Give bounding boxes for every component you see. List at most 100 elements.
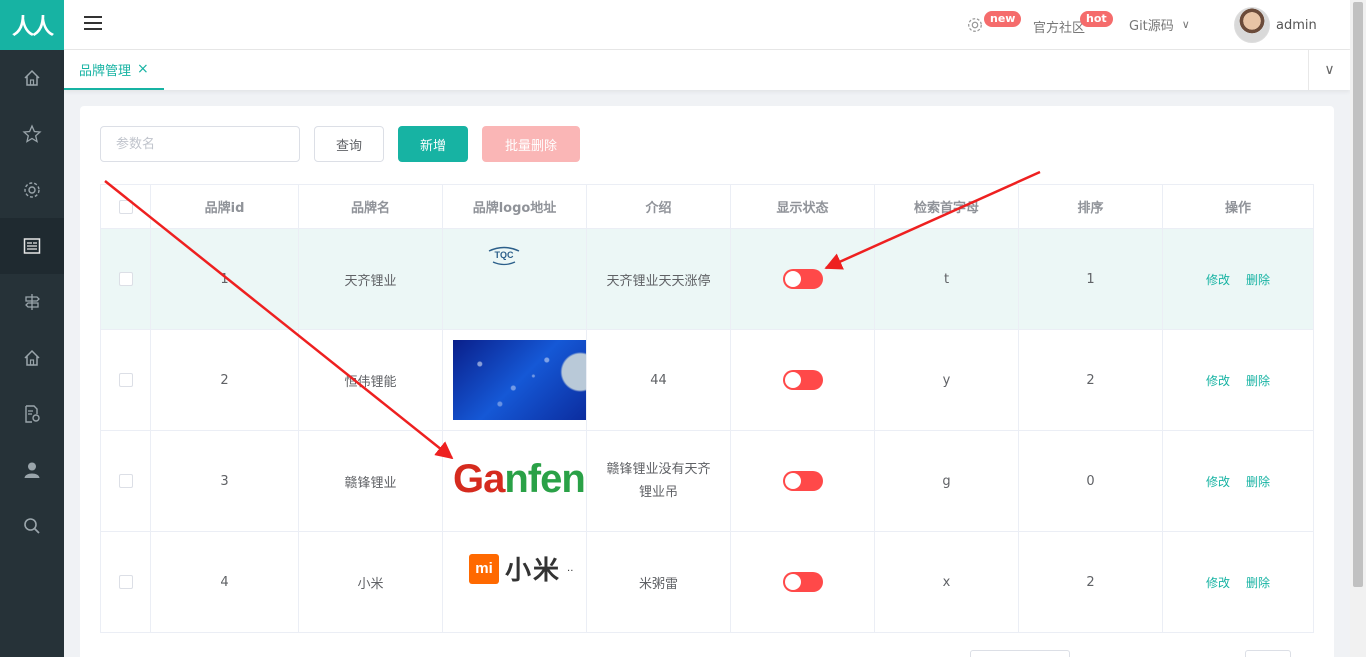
brand-desc: 44: [586, 329, 731, 431]
news-icon[interactable]: [0, 218, 64, 274]
tab-brand-management[interactable]: 品牌管理 ×: [64, 50, 164, 90]
vertical-scrollbar[interactable]: [1350, 0, 1366, 657]
brand-sort: 2: [1018, 531, 1163, 633]
search-input[interactable]: [100, 126, 300, 162]
gear-icon: [968, 18, 982, 32]
col-header: 排序: [1018, 184, 1163, 229]
page-size-select[interactable]: [970, 650, 1070, 657]
git-source-label: Git源码: [1129, 18, 1174, 34]
settings-entry[interactable]: [966, 0, 984, 50]
tabs-dropdown-toggle[interactable]: ∨: [1308, 50, 1350, 90]
row-checkbox[interactable]: [118, 272, 133, 286]
col-header: 操作: [1162, 184, 1314, 229]
brand-logo-cell: TQC: [442, 228, 587, 330]
col-header: 品牌id: [150, 184, 299, 229]
query-button[interactable]: 查询: [314, 126, 384, 162]
brand-id: 3: [150, 430, 299, 532]
svg-text:TQC: TQC: [495, 250, 514, 260]
show-status-switch[interactable]: [782, 572, 823, 592]
brand-name: 天齐锂业: [298, 228, 443, 330]
edit-link[interactable]: 修改: [1206, 576, 1230, 590]
edit-link[interactable]: 修改: [1206, 475, 1230, 489]
brand-name: 恒伟锂能: [298, 329, 443, 431]
brand-sort: 1: [1018, 228, 1163, 330]
brand-first-letter: y: [874, 329, 1019, 431]
brand-desc: 米粥雷: [586, 531, 731, 633]
brand-sort: 0: [1018, 430, 1163, 532]
show-status-switch[interactable]: [782, 370, 823, 390]
sidebar: 人人: [0, 0, 64, 657]
user-icon[interactable]: [0, 442, 64, 498]
show-status-switch[interactable]: [782, 471, 823, 491]
home-icon[interactable]: [0, 50, 64, 106]
tcc-logo-image: TQC: [488, 246, 520, 266]
git-source-dropdown[interactable]: Git源码 ∨: [1129, 0, 1190, 49]
star-icon[interactable]: [0, 106, 64, 162]
brand-desc: 赣锋锂业没有天齐锂业吊: [586, 430, 731, 532]
delete-link[interactable]: 删除: [1246, 475, 1270, 489]
menu-toggle-icon[interactable]: [84, 16, 102, 34]
batch-delete-button[interactable]: 批量删除: [482, 126, 580, 162]
brand-id: 4: [150, 531, 299, 633]
chevron-down-icon: ∨: [1324, 62, 1335, 78]
username: admin: [1276, 17, 1317, 33]
brand-logo-cell: mi 小米 ..: [442, 531, 587, 633]
table-row[interactable]: 4 小米 mi 小米 .. 米粥雷 x 2 修改 删除: [100, 531, 1314, 633]
doc-settings-icon[interactable]: [0, 386, 64, 442]
col-header: 介绍: [586, 184, 731, 229]
close-icon[interactable]: ×: [137, 61, 149, 77]
brand-id: 2: [150, 329, 299, 431]
tab-label: 品牌管理: [79, 63, 132, 79]
delete-link[interactable]: 删除: [1246, 273, 1270, 287]
add-button[interactable]: 新增: [398, 126, 468, 162]
show-status-switch[interactable]: [782, 269, 823, 289]
brand-logo-cell: [442, 329, 587, 431]
home-icon[interactable]: [0, 330, 64, 386]
brand-first-letter: g: [874, 430, 1019, 532]
brand-name: 赣锋锂业: [298, 430, 443, 532]
row-checkbox[interactable]: [118, 474, 133, 488]
avatar: [1234, 7, 1270, 43]
select-all-cell[interactable]: [100, 184, 151, 229]
table-header-row: 品牌id 品牌名 品牌logo地址 介绍 显示状态 检索首字母 排序 操作: [100, 184, 1314, 229]
table-row[interactable]: 3 赣锋锂业 Ganfeng 赣锋锂业没有天齐锂业吊 g 0 修改 删除: [100, 430, 1314, 532]
select-all-checkbox[interactable]: [118, 199, 133, 214]
brand-id: 1: [150, 228, 299, 330]
signpost-icon[interactable]: [0, 274, 64, 330]
brand-logo-cell: Ganfeng: [442, 430, 587, 532]
row-checkbox[interactable]: [118, 373, 133, 387]
col-header: 品牌logo地址: [442, 184, 587, 229]
brand-logo-image: [453, 340, 586, 420]
edit-link[interactable]: 修改: [1206, 374, 1230, 388]
col-header: 检索首字母: [874, 184, 1019, 229]
content-card: 查询 新增 批量删除 品牌id 品牌名 品牌logo地址 介绍 显示状态 检索首…: [80, 106, 1334, 657]
app-logo[interactable]: 人人: [0, 0, 64, 50]
brand-name: 小米: [298, 531, 443, 633]
table-row[interactable]: 1 天齐锂业 TQC 天齐锂业天天涨停 t 1 修改 删除: [100, 228, 1314, 330]
brand-first-letter: t: [874, 228, 1019, 330]
xiaomi-logo-image: mi 小米 ..: [469, 550, 573, 587]
tab-bar: 品牌管理 × ∨: [64, 50, 1350, 90]
gear-icon[interactable]: [0, 162, 64, 218]
delete-link[interactable]: 删除: [1246, 576, 1270, 590]
chevron-down-icon: ∨: [1181, 17, 1190, 31]
row-checkbox[interactable]: [118, 575, 133, 589]
col-header: 显示状态: [730, 184, 875, 229]
edit-link[interactable]: 修改: [1206, 273, 1230, 287]
search-icon[interactable]: [0, 498, 64, 554]
community-link[interactable]: 官方社区: [1033, 1, 1085, 51]
page-jump-input[interactable]: [1245, 650, 1291, 657]
table-row[interactable]: 2 恒伟锂能 44 y 2 修改 删除: [100, 329, 1314, 431]
brand-sort: 2: [1018, 329, 1163, 431]
brand-table: 品牌id 品牌名 品牌logo地址 介绍 显示状态 检索首字母 排序 操作 1 …: [100, 184, 1314, 633]
user-menu[interactable]: admin: [1234, 0, 1317, 50]
delete-link[interactable]: 删除: [1246, 374, 1270, 388]
top-header: new 官方社区 hot Git源码 ∨ admin: [64, 0, 1350, 50]
brand-first-letter: x: [874, 531, 1019, 633]
col-header: 品牌名: [298, 184, 443, 229]
ganfeng-logo-image: Ganfeng: [453, 457, 586, 501]
scrollbar-thumb[interactable]: [1353, 2, 1363, 587]
new-badge: new: [984, 11, 1022, 27]
hot-badge: hot: [1080, 11, 1113, 27]
brand-desc: 天齐锂业天天涨停: [586, 228, 731, 330]
